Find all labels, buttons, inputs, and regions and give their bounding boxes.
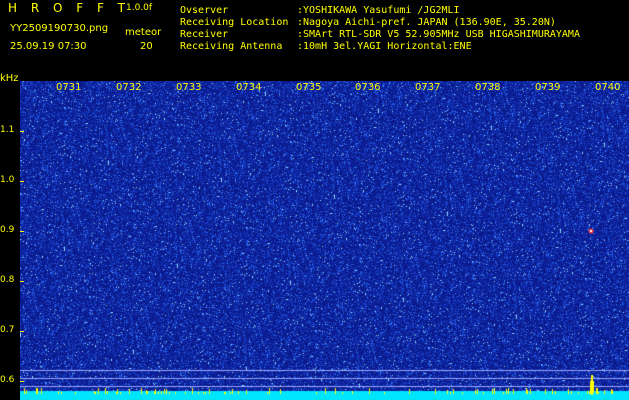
y-tick-mark [20, 281, 24, 282]
x-tick-label: 0734 [236, 82, 262, 93]
info-value-receiver: :SMArt RTL-SDR V5 52.905MHz USB HIGASHIM… [297, 29, 580, 40]
waterfall-canvas [20, 81, 629, 400]
info-value-antenna: :10mH 3el.YAGI Horizontal:ENE [297, 41, 472, 52]
datetime: 25.09.19 07:30 [10, 41, 87, 52]
app-title: H R O F F T [8, 1, 131, 15]
info-value-observer: :YOSHIKAWA Yasufumi /JG2MLI [297, 5, 460, 16]
waterfall-plot [20, 81, 629, 400]
x-tick-label: 0736 [355, 82, 381, 93]
y-tick-mark [20, 131, 24, 132]
x-tick-label: 0732 [116, 82, 142, 93]
y-tick-mark [20, 331, 24, 332]
x-tick-label: 0740 [595, 82, 621, 93]
y-tick-mark [20, 231, 24, 232]
x-tick-label: 0738 [475, 82, 501, 93]
y-tick-label: 1.0 [0, 175, 15, 185]
y-tick-mark [20, 381, 24, 382]
y-tick-label: 0.8 [0, 275, 15, 285]
y-tick-label: 1.1 [0, 125, 15, 135]
x-tick-label: 0733 [176, 82, 202, 93]
meteor-label: meteor [125, 27, 162, 38]
x-tick-label: 0737 [415, 82, 441, 93]
filename: YY2509190730.png [10, 23, 109, 34]
y-tick-label: 0.7 [0, 325, 15, 335]
y-tick-label: 0.6 [0, 375, 15, 385]
info-key-antenna: Receiving Antenna [180, 41, 283, 52]
x-tick-label: 0731 [56, 82, 82, 93]
x-tick-label: 0735 [296, 82, 322, 93]
hroft-spectrogram-window: H R O F F T 1.0.0f YY2509190730.png 25.0… [0, 0, 629, 400]
y-tick-mark [20, 181, 24, 182]
info-key-location: Receiving Location [180, 17, 289, 28]
y-tick-label: 0.9 [0, 225, 15, 235]
info-key-observer: Ovserver [180, 5, 229, 16]
app-version: 1.0.0f [126, 3, 153, 13]
meteor-count: 20 [140, 41, 153, 52]
x-tick-label: 0739 [535, 82, 561, 93]
info-key-receiver: Receiver [180, 29, 229, 40]
y-axis-unit: kHz [0, 73, 19, 84]
info-value-location: :Nagoya Aichi-pref. JAPAN (136.90E, 35.2… [297, 17, 556, 28]
